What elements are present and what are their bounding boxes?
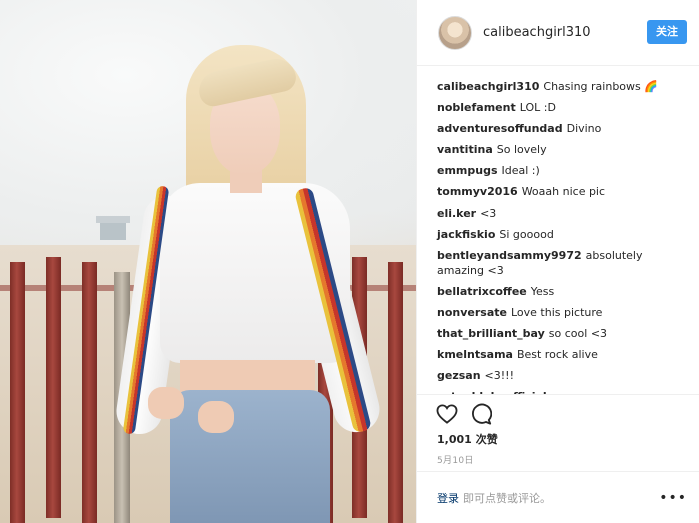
comment-text: Ideal :) — [501, 164, 540, 178]
login-link[interactable]: 登录 — [437, 490, 459, 506]
comment-text: Yess — [530, 284, 555, 298]
post-date: 5月10日 — [437, 456, 474, 466]
comment-item: bentleyandsammy9972 absolutely amazing <3 — [437, 248, 689, 278]
comment-item: kmelntsama Best rock alive — [437, 347, 689, 362]
comment-username[interactable]: eli.ker — [437, 207, 476, 220]
comment-username[interactable]: tommyv2016 — [437, 185, 518, 198]
comment-item: nonversate Love this picture — [437, 305, 689, 320]
comment-item: vantitina So lovely — [437, 142, 689, 157]
photo-hand — [198, 401, 234, 433]
comment-item: gezsan <3!!! — [437, 368, 689, 383]
comment-text: Chasing rainbows 🌈 — [543, 80, 658, 93]
comment-list[interactable]: calibeachgirl310 Chasing rainbows 🌈 noblef… — [417, 66, 699, 394]
login-prompt: 即可点赞或评论。 — [463, 491, 551, 505]
photo-person — [113, 35, 385, 523]
photo-fence-slat — [10, 262, 25, 523]
comment-username[interactable]: jackfiskio — [437, 228, 495, 241]
comment-username[interactable]: kmelntsama — [437, 348, 513, 361]
photo-fence-slat — [82, 262, 97, 523]
comment-item: emmpugs Ideal :) — [437, 163, 689, 178]
post-photo[interactable] — [0, 0, 416, 523]
comment-item: tommyv2016 Woaah nice pic — [437, 184, 689, 199]
comment-item: jackfiskio Si gooood — [437, 227, 689, 242]
login-bar: 登录 即可点赞或评论。 ••• — [417, 471, 699, 523]
comment-username[interactable]: that_brilliant_bay — [437, 327, 545, 340]
comment-username[interactable]: calibeachgirl310 — [437, 80, 539, 93]
photo-jeans — [170, 390, 330, 523]
comment-item: that_brilliant_bay so cool <3 — [437, 326, 689, 341]
comment-item: bellatrixcoffee Yess — [437, 284, 689, 299]
post-side-panel: calibeachgirl310 关注 calibeachgirl310 Chas… — [416, 0, 699, 523]
post-header: calibeachgirl310 关注 — [417, 0, 699, 66]
comment-text: Divino — [566, 122, 602, 136]
comment-text: Best rock alive — [516, 348, 598, 362]
action-bar — [417, 394, 699, 432]
follow-button[interactable]: 关注 — [647, 20, 687, 44]
like-count-label: 次赞 — [475, 433, 498, 446]
photo-hand — [148, 387, 184, 419]
like-count[interactable]: 1,001 次赞 — [417, 432, 699, 448]
caption: calibeachgirl310 Chasing rainbows 🌈 — [437, 79, 689, 94]
comment-item: eli.ker <3 — [437, 206, 689, 221]
comment-item: noblefament LOL :D — [437, 100, 689, 115]
comment-username[interactable]: gezsan — [437, 369, 481, 382]
comment-text: Love this picture — [510, 305, 603, 319]
comment-text: so cool <3 — [548, 327, 608, 341]
more-icon[interactable]: ••• — [659, 490, 687, 506]
post-view: calibeachgirl310 关注 calibeachgirl310 Chas… — [0, 0, 699, 523]
comment-username[interactable]: bentleyandsammy9972 — [437, 249, 582, 262]
comment-username[interactable]: noblefament — [437, 101, 516, 114]
comment-text: <3!!! — [484, 369, 514, 383]
comment-text: Woaah nice pic — [521, 185, 606, 199]
comment-username[interactable]: bellatrixcoffee — [437, 285, 527, 298]
author-avatar[interactable] — [438, 15, 472, 50]
comment-username[interactable]: adventuresoffundad — [437, 122, 563, 135]
comment-text: LOL :D — [519, 101, 556, 115]
photo-fence-slat — [46, 257, 61, 518]
comment-item: adventuresoffundad Divino — [437, 121, 689, 136]
comment-icon[interactable] — [469, 402, 493, 426]
like-count-number: 1,001 — [437, 433, 472, 446]
comment-text: <3 — [480, 206, 497, 220]
comment-username[interactable]: emmpugs — [437, 164, 498, 177]
photo-fence-slat — [388, 262, 403, 523]
comment-text: So lovely — [496, 143, 547, 157]
heart-icon[interactable] — [435, 402, 459, 426]
author-username[interactable]: calibeachgirl310 — [483, 25, 591, 40]
comment-text: Si gooood — [499, 227, 554, 241]
comment-username[interactable]: vantitina — [437, 143, 493, 156]
comment-username[interactable]: nonversate — [437, 306, 507, 319]
